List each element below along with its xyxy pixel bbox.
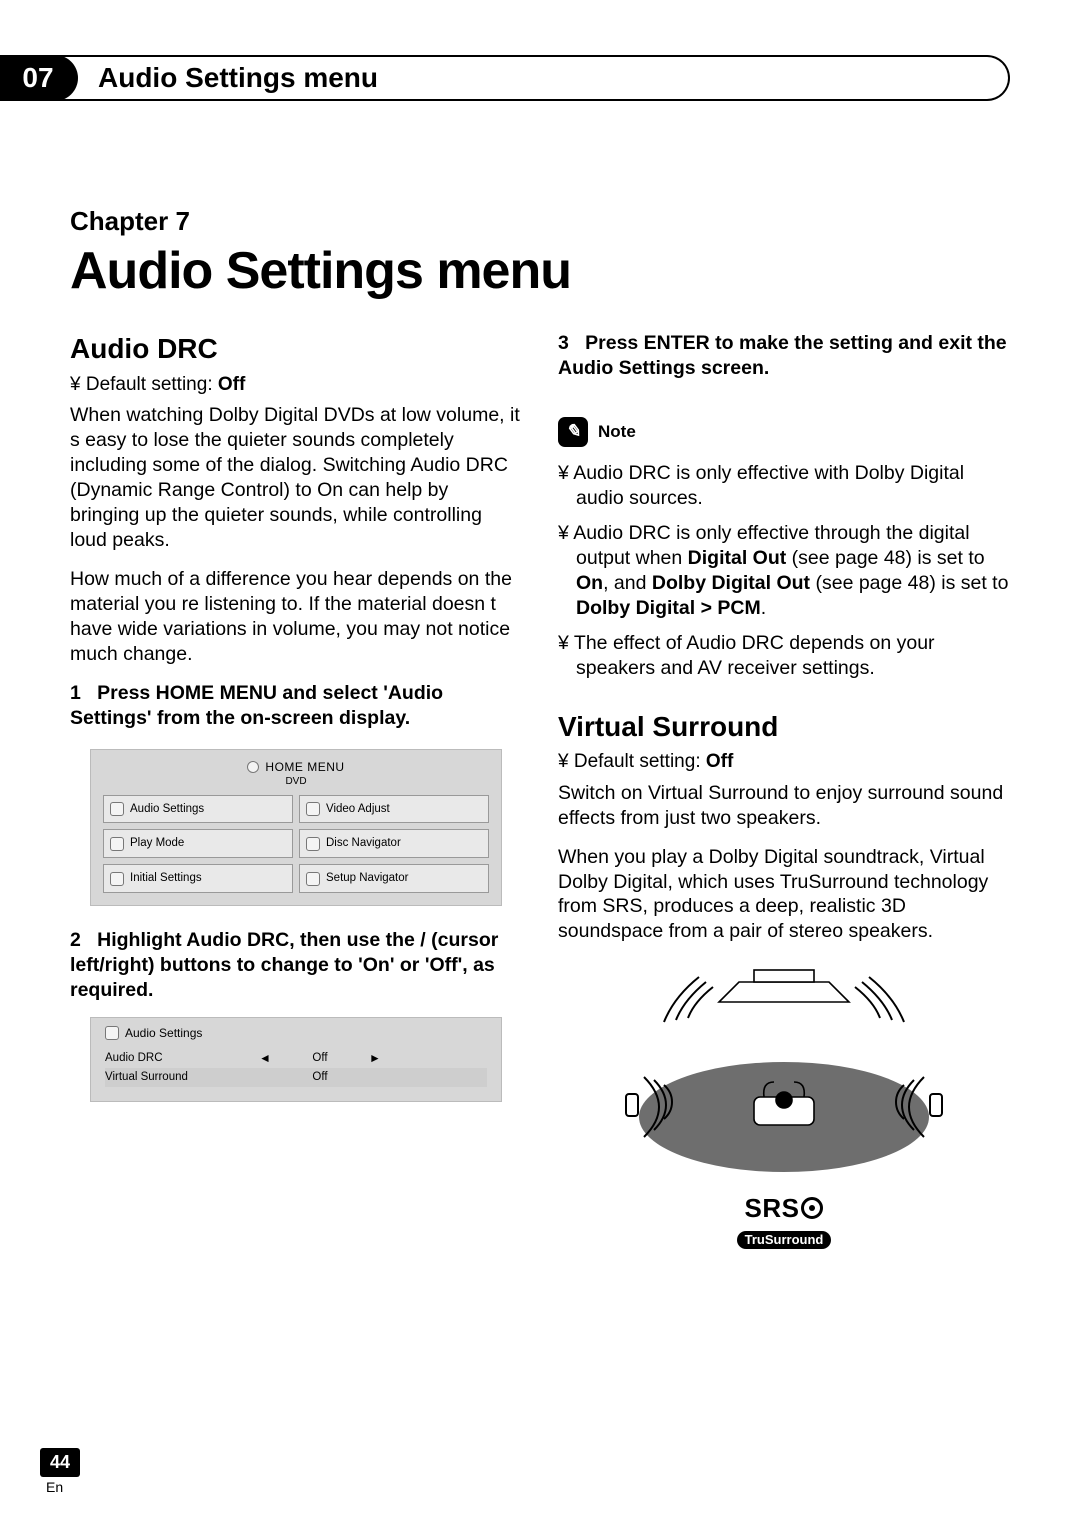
home-menu-item: Play Mode — [103, 829, 293, 858]
step-3-heading: 3 Press ENTER to make the setting and ex… — [558, 332, 1007, 379]
step-2-heading: 2 Highlight Audio DRC, then use the / (c… — [70, 929, 498, 1001]
video-icon — [306, 802, 320, 816]
settings-icon — [110, 802, 124, 816]
step-1-heading: 1 Press HOME MENU and select 'Audio Sett… — [70, 682, 443, 729]
home-menu-item: Disc Navigator — [299, 829, 489, 858]
audio-drc-default: Default setting: Off — [70, 373, 522, 397]
virtual-surround-para2: When you play a Dolby Digital soundtrack… — [558, 845, 1010, 945]
home-menu-grid: Audio Settings Video Adjust Play Mode Di… — [103, 795, 489, 893]
settings-row-label: Audio DRC — [105, 1051, 255, 1066]
settings-row-value: Off — [275, 1051, 365, 1066]
note-list: Audio DRC is only effective with Dolby D… — [558, 461, 1010, 681]
step-2: 2 Highlight Audio DRC, then use the / (c… — [70, 928, 522, 1003]
settings-icon — [105, 1026, 119, 1040]
home-menu-item: Setup Navigator — [299, 864, 489, 893]
virtual-surround-default: Default setting: Off — [558, 750, 1010, 774]
initial-icon — [110, 872, 124, 886]
note-label: Note — [598, 421, 636, 443]
home-menu-subtitle: DVD — [103, 776, 489, 789]
page-number: 44 — [40, 1448, 80, 1477]
playmode-icon — [110, 837, 124, 851]
home-menu-item: Initial Settings — [103, 864, 293, 893]
home-menu-title: HOME MENU — [103, 760, 489, 775]
default-prefix: Default setting: — [86, 374, 218, 395]
step-3: 3 Press ENTER to make the setting and ex… — [558, 331, 1010, 381]
chapter-number-badge: 07 — [0, 55, 78, 101]
right-column: 3 Press ENTER to make the setting and ex… — [558, 331, 1010, 1251]
settings-row-value: Off — [275, 1070, 365, 1085]
home-icon — [247, 761, 259, 773]
virtual-surround-illustration — [604, 962, 964, 1182]
default-prefix: Default setting: — [574, 751, 706, 772]
default-value: Off — [706, 751, 733, 772]
arrow-right-icon: ► — [365, 1051, 385, 1066]
home-menu-item: Audio Settings — [103, 795, 293, 824]
chapter-title: Audio Settings menu — [70, 241, 1010, 301]
audio-drc-para1: When watching Dolby Digital DVDs at low … — [70, 403, 522, 553]
section-header: 07 Audio Settings menu — [0, 55, 1010, 101]
settings-row: Audio DRC ◄ Off ► — [105, 1049, 487, 1068]
srs-sub-text: TruSurround — [737, 1231, 832, 1250]
note-item: Audio DRC is only effective with Dolby D… — [558, 461, 1010, 511]
chapter-label: Chapter 7 — [70, 206, 1010, 237]
virtual-surround-heading: Virtual Surround — [558, 709, 1010, 745]
default-value: Off — [218, 374, 245, 395]
note-icon: ✎ — [558, 417, 588, 447]
settings-row: Virtual Surround Off — [105, 1068, 487, 1087]
audio-drc-para2: How much of a difference you hear depend… — [70, 567, 522, 667]
settings-title: Audio Settings — [105, 1026, 487, 1041]
srs-text: SRS — [745, 1193, 800, 1223]
section-header-title: Audio Settings menu — [98, 62, 378, 94]
note-block-header: ✎ Note — [558, 417, 636, 447]
srs-dot-icon — [801, 1197, 823, 1219]
page-footer: 44 En — [40, 1448, 80, 1495]
note-item: Audio DRC is only effective through the … — [558, 521, 1010, 621]
settings-row-label: Virtual Surround — [105, 1070, 255, 1085]
disc-icon — [306, 837, 320, 851]
page-language: En — [46, 1479, 80, 1495]
arrow-left-icon: ◄ — [255, 1051, 275, 1066]
audio-settings-screen: Audio Settings Audio DRC ◄ Off ► Virtual… — [90, 1017, 502, 1102]
setup-icon — [306, 872, 320, 886]
home-menu-screen: HOME MENU DVD Audio Settings Video Adjus… — [90, 749, 502, 906]
left-column: Audio DRC Default setting: Off When watc… — [70, 331, 522, 1251]
virtual-surround-para1: Switch on Virtual Surround to enjoy surr… — [558, 781, 1010, 831]
audio-drc-heading: Audio DRC — [70, 331, 522, 367]
home-menu-item: Video Adjust — [299, 795, 489, 824]
srs-logo: SRS TruSurround — [558, 1192, 1010, 1250]
step-1: 1 Press HOME MENU and select 'Audio Sett… — [70, 681, 522, 731]
note-item: The effect of Audio DRC depends on your … — [558, 631, 1010, 681]
